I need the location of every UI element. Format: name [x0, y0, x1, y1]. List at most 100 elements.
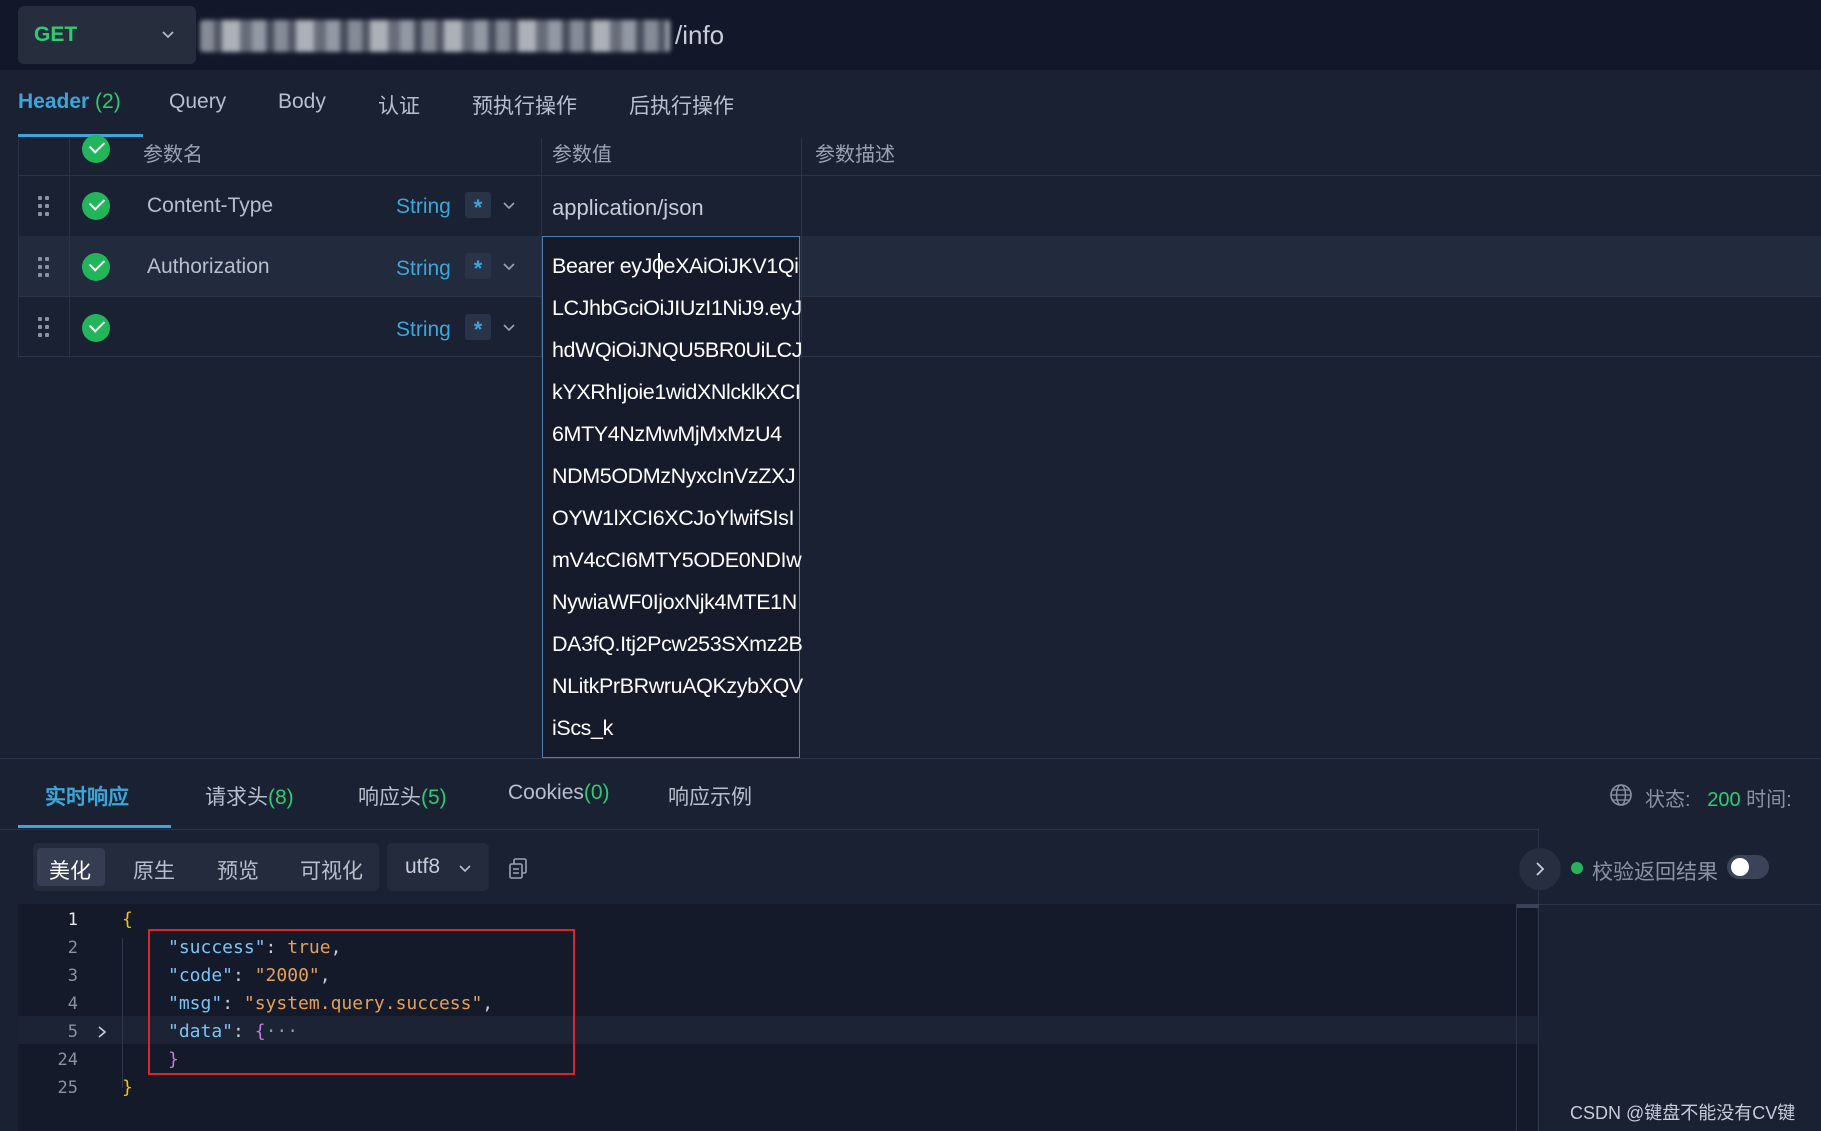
tab-request-headers[interactable]: 请求头(8) — [205, 781, 294, 811]
param-value[interactable]: application/json — [552, 195, 704, 221]
tab-pre-script[interactable]: 预执行操作 — [472, 90, 577, 120]
tab-post-script[interactable]: 后执行操作 — [629, 90, 734, 120]
line-number: 24 — [57, 1050, 78, 1070]
editor-line: 6MTY4NzMwMjMxMzU4 — [552, 422, 782, 446]
required-toggle[interactable]: * — [465, 192, 491, 220]
fold-chevron-right-icon[interactable] — [97, 1024, 107, 1038]
param-name[interactable]: Authorization — [147, 255, 270, 279]
format-switcher: 美化 原生 预览 可视化 — [33, 843, 379, 891]
annotation-highlight-box — [148, 929, 575, 1075]
globe-icon[interactable] — [1609, 783, 1633, 807]
row-check-icon[interactable] — [82, 253, 110, 281]
tab-cookies-count: (0) — [583, 781, 610, 804]
tab-cookies[interactable]: Cookies(0) — [508, 781, 610, 805]
drag-handle-icon[interactable] — [38, 196, 50, 216]
verify-toggle[interactable] — [1727, 855, 1769, 879]
editor-line: LCJhbGciOiJIUzI1NiJ9.eyJ — [552, 296, 802, 320]
col-desc-header: 参数描述 — [815, 144, 895, 166]
status-code: 200 — [1707, 789, 1741, 811]
json-close-brace: } — [122, 1077, 133, 1098]
watermark: CSDN @键盘不能没有CV键 — [1570, 1103, 1796, 1123]
chevron-down-icon[interactable] — [503, 321, 515, 333]
pane-divider — [1538, 904, 1821, 905]
tab-live-response[interactable]: 实时响应 — [45, 781, 129, 811]
col-name-header: 参数名 — [143, 144, 203, 166]
chevron-down-icon — [162, 31, 174, 39]
response-tab-indicator — [18, 825, 171, 828]
required-toggle[interactable]: * — [465, 314, 491, 342]
tab-auth[interactable]: 认证 — [378, 90, 420, 120]
row-check-icon[interactable] — [82, 192, 110, 220]
chevron-down-icon[interactable] — [503, 199, 515, 211]
editor-line: NDM5ODMzNyxcInVzZXJ — [552, 464, 796, 488]
editor-line: Bearer eyJ0eXAiOiJKV1Qi — [552, 254, 799, 278]
editor-line: iScs_k — [552, 716, 613, 740]
indent-guide — [122, 938, 123, 1088]
tab-response-headers-label: 响应头 — [358, 786, 421, 809]
editor-line: kYXRhIjoie1widXNlcklkXCI — [552, 380, 801, 404]
encoding-select[interactable]: utf8 — [387, 843, 489, 891]
format-raw[interactable]: 原生 — [133, 855, 175, 885]
time-label: 时间: — [1746, 789, 1792, 811]
tab-response-example[interactable]: 响应示例 — [668, 781, 752, 811]
required-toggle[interactable]: * — [465, 253, 491, 281]
status-readout: 状态: 200 时间: — [1645, 783, 1792, 812]
collapse-pane-button[interactable] — [1519, 848, 1561, 890]
verify-status-dot — [1571, 862, 1583, 874]
code-line-25: } — [122, 1077, 133, 1098]
code-line-1: { — [122, 909, 133, 930]
verify-label: 校验返回结果 — [1592, 861, 1718, 884]
encoding-value: utf8 — [405, 855, 441, 878]
params-table: 参数名 参数值 参数描述 Content-Type String * appli… — [18, 135, 1821, 360]
chevron-down-icon[interactable] — [503, 260, 515, 272]
editor-line: NywiaWF0IjoxNjk4MTE1N — [552, 590, 797, 614]
tab-active-indicator — [18, 134, 143, 137]
method-label: GET — [34, 23, 78, 46]
line-number: 4 — [67, 994, 78, 1014]
table-row: Authorization String * — [18, 236, 1821, 297]
method-select[interactable]: GET — [18, 6, 196, 64]
text-cursor — [658, 253, 660, 279]
tab-header[interactable]: Header (2) — [18, 90, 121, 114]
line-number: 25 — [57, 1078, 78, 1098]
url-input[interactable]: /info — [675, 20, 724, 51]
drag-handle-icon[interactable] — [38, 317, 50, 337]
drag-handle-icon[interactable] — [38, 257, 50, 277]
status-label: 状态: — [1645, 789, 1691, 811]
chevron-right-icon — [1536, 862, 1545, 876]
tab-response-headers[interactable]: 响应头(5) — [358, 781, 447, 811]
param-type[interactable]: String — [396, 318, 451, 342]
row-check-icon[interactable] — [82, 314, 110, 342]
param-type[interactable]: String — [396, 195, 451, 219]
editor-line: NLitkPrBRwruAQKzybXQV — [552, 674, 803, 698]
chevron-down-icon — [459, 865, 471, 873]
request-tabs: Header (2) Query Body 认证 预执行操作 后执行操作 — [0, 70, 1821, 138]
format-visualize[interactable]: 可视化 — [300, 855, 363, 885]
copy-icon[interactable] — [508, 858, 528, 880]
tab-header-label: Header — [18, 90, 90, 113]
url-redacted — [200, 20, 670, 52]
param-name[interactable]: Content-Type — [147, 194, 273, 218]
table-header: 参数名 参数值 参数描述 — [18, 135, 1821, 176]
table-border-left — [18, 138, 19, 358]
url-bar: GET /info — [0, 0, 1821, 70]
response-tabs: 实时响应 请求头(8) 响应头(5) Cookies(0) 响应示例 状态: 2… — [0, 758, 1821, 830]
select-all-check-icon[interactable] — [82, 135, 110, 163]
col-value-header: 参数值 — [552, 144, 612, 166]
editor-line: hdWQiOiJNQU5BR0UiLCJ — [552, 338, 803, 362]
tab-body[interactable]: Body — [278, 90, 326, 114]
format-preview[interactable]: 预览 — [217, 855, 259, 885]
line-number: 5 — [67, 1022, 78, 1042]
table-row: String * — [18, 296, 1821, 357]
table-row: Content-Type String * application/json — [18, 176, 1821, 237]
tab-request-headers-label: 请求头 — [205, 786, 268, 809]
param-value-editor[interactable]: Bearer eyJ0eXAiOiJKV1Qi LCJhbGciOiJIUzI1… — [542, 236, 803, 758]
tab-response-headers-count: (5) — [421, 786, 447, 809]
tab-cookies-label: Cookies — [508, 781, 584, 804]
vertical-scrollbar[interactable] — [1516, 904, 1539, 1131]
format-pretty[interactable]: 美化 — [49, 855, 91, 885]
col-divider — [801, 138, 802, 358]
param-type[interactable]: String — [396, 257, 451, 281]
editor-line: mV4cCI6MTY5ODE0NDIw — [552, 548, 802, 572]
tab-query[interactable]: Query — [169, 90, 226, 114]
